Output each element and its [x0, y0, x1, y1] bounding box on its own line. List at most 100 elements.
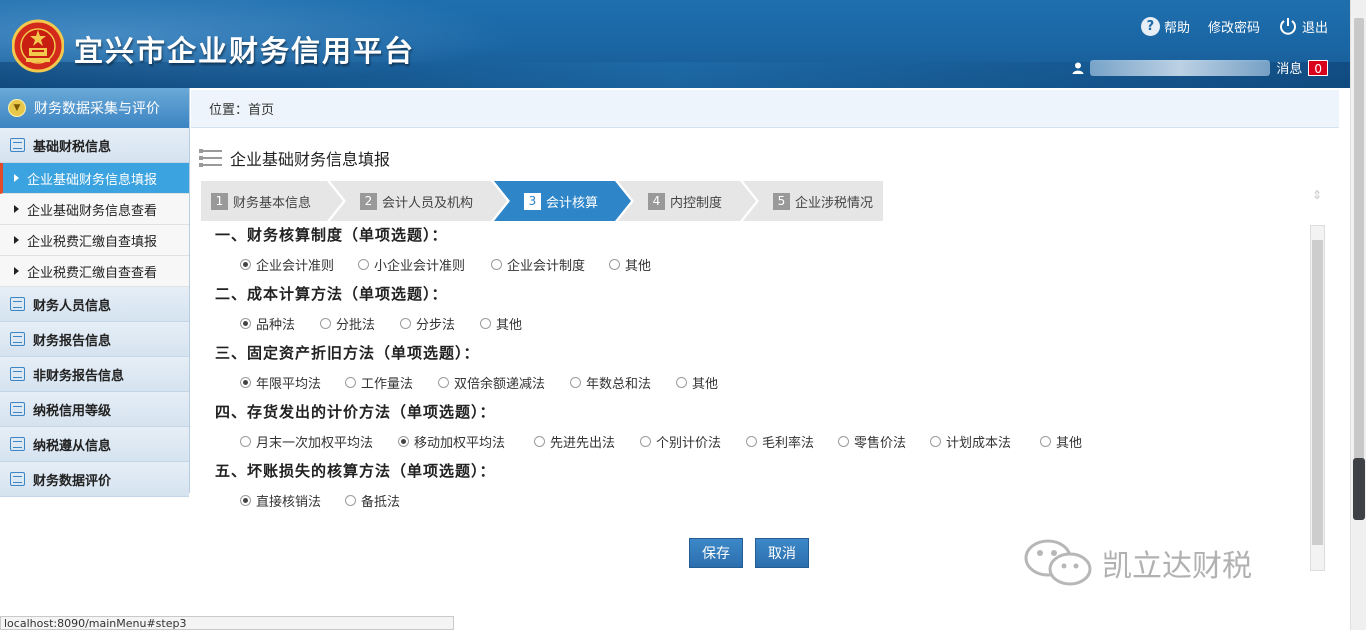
radio-option[interactable]: 企业会计准则: [240, 255, 358, 274]
sidebar-category-tax-compliance[interactable]: 纳税遵从信息: [0, 427, 189, 462]
radio-option[interactable]: 小企业会计准则: [358, 255, 491, 274]
radio-option[interactable]: 年数总和法: [570, 373, 676, 392]
form-scrollbar[interactable]: [1310, 225, 1325, 571]
step-label: 企业涉税情况: [795, 195, 874, 211]
radio-button[interactable]: [1040, 436, 1051, 447]
sidebar-category-label: 财务人员信息: [33, 298, 112, 314]
radio-button[interactable]: [240, 318, 251, 329]
step-wizard: 1 财务基本信息 2 会计人员及机构 3 会计核算 4 内控制度 5 企业涉税情…: [201, 181, 886, 221]
sidebar-category-nonfinance-report[interactable]: 非财务报告信息: [0, 357, 189, 392]
radio-button[interactable]: [746, 436, 757, 447]
radio-button[interactable]: [358, 259, 369, 270]
message-count-badge[interactable]: 0: [1308, 59, 1328, 76]
radio-button[interactable]: [838, 436, 849, 447]
step-arrow: [615, 181, 631, 221]
question-options: 直接核销法 备抵法: [240, 491, 400, 510]
radio-button[interactable]: [609, 259, 620, 270]
radio-option[interactable]: 先进先出法: [534, 432, 640, 451]
radio-option[interactable]: 分批法: [320, 314, 400, 333]
step-4[interactable]: 4 内控制度: [618, 181, 756, 221]
page-scrollbar-thumb[interactable]: [1354, 18, 1364, 518]
radio-option[interactable]: 毛利率法: [746, 432, 838, 451]
radio-button[interactable]: [320, 318, 331, 329]
radio-button[interactable]: [240, 495, 251, 506]
sidebar-item-basic-finance-view[interactable]: 企业基础财务信息查看: [0, 194, 189, 225]
radio-option[interactable]: 其他: [609, 255, 651, 274]
radio-button[interactable]: [240, 259, 251, 270]
logout-link[interactable]: 退出: [1278, 16, 1328, 36]
sidebar-item-tax-selfcheck-fill[interactable]: 企业税费汇缴自查填报: [0, 225, 189, 256]
message-link[interactable]: 消息: [1276, 58, 1302, 77]
step-label: 会计人员及机构: [382, 195, 474, 211]
page-scrollbar[interactable]: [1350, 0, 1366, 630]
step-number: 4: [648, 192, 665, 210]
change-password-link[interactable]: 修改密码: [1208, 17, 1260, 36]
sidebar-category-basic-tax[interactable]: 基础财税信息: [0, 128, 189, 163]
radio-option[interactable]: 零售价法: [838, 432, 930, 451]
radio-button[interactable]: [345, 377, 356, 388]
radio-button[interactable]: [240, 377, 251, 388]
step-arrow: [740, 181, 756, 221]
sidebar-item-basic-finance-fill[interactable]: 企业基础财务信息填报: [0, 163, 189, 194]
radio-label: 其他: [625, 259, 652, 274]
sidebar-category-tax-credit[interactable]: 纳税信用等级: [0, 392, 189, 427]
radio-option[interactable]: 工作量法: [345, 373, 438, 392]
step-2[interactable]: 2 会计人员及机构: [330, 181, 507, 221]
radio-button[interactable]: [345, 495, 356, 506]
radio-option[interactable]: 其他: [676, 373, 718, 392]
radio-option[interactable]: 年限平均法: [240, 373, 345, 392]
radio-option[interactable]: 备抵法: [345, 491, 400, 510]
radio-option[interactable]: 品种法: [240, 314, 320, 333]
help-link[interactable]: ? 帮助: [1140, 16, 1190, 36]
wechat-logo-icon: [1024, 539, 1092, 586]
radio-button[interactable]: [438, 377, 449, 388]
question-title: 三、固定资产折旧方法（单项选题）：: [215, 344, 480, 362]
radio-option[interactable]: 分步法: [400, 314, 480, 333]
app-header: 宜兴市企业财务信用平台 ? 帮助 修改密码 退出 消息 0: [0, 0, 1350, 88]
radio-option[interactable]: 双倍余额递减法: [438, 373, 570, 392]
radio-button[interactable]: [400, 318, 411, 329]
page-title: 企业基础财务信息填报: [230, 150, 391, 169]
radio-button[interactable]: [640, 436, 651, 447]
radio-option[interactable]: 企业会计制度: [491, 255, 609, 274]
radio-option[interactable]: 移动加权平均法: [398, 432, 534, 451]
sidebar-category-finance-evaluation[interactable]: 财务数据评价: [0, 462, 189, 497]
radio-option[interactable]: 其他: [1040, 432, 1082, 451]
radio-button[interactable]: [676, 377, 687, 388]
side-grip-handle[interactable]: [1353, 458, 1365, 520]
radio-label: 计划成本法: [946, 436, 1012, 451]
sidebar-category-finance-report[interactable]: 财务报告信息: [0, 322, 189, 357]
sidebar-item-tax-selfcheck-view[interactable]: 企业税费汇缴自查查看: [0, 256, 189, 287]
step-1[interactable]: 1 财务基本信息: [201, 181, 343, 221]
question-options: 月末一次加权平均法 移动加权平均法 先进先出法 个别计价法 毛利率法 零售价法 …: [240, 432, 1082, 451]
radio-label: 双倍余额递减法: [454, 377, 546, 392]
step-3[interactable]: 3 会计核算: [494, 181, 631, 221]
radio-option[interactable]: 直接核销法: [240, 491, 345, 510]
radio-button[interactable]: [480, 318, 491, 329]
radio-button[interactable]: [240, 436, 251, 447]
radio-button[interactable]: [930, 436, 941, 447]
radio-option[interactable]: 个别计价法: [640, 432, 746, 451]
radio-label: 其他: [692, 377, 719, 392]
breadcrumb-label: 位置：首页: [209, 103, 275, 118]
radio-button[interactable]: [491, 259, 502, 270]
sidebar-module-header[interactable]: ▼ 财务数据采集与评价: [0, 88, 189, 128]
radio-button[interactable]: [570, 377, 581, 388]
radio-button[interactable]: [398, 436, 409, 447]
radio-label: 月末一次加权平均法: [256, 436, 374, 451]
save-button[interactable]: 保存: [689, 538, 743, 568]
radio-option[interactable]: 月末一次加权平均法: [240, 432, 398, 451]
collapse-icon[interactable]: ⇕: [1312, 188, 1326, 206]
sidebar-category-finance-staff[interactable]: 财务人员信息: [0, 287, 189, 322]
calendar-icon: [10, 437, 25, 451]
radio-button[interactable]: [534, 436, 545, 447]
username-redacted: [1090, 59, 1271, 76]
caret-right-icon: [14, 267, 19, 275]
form-scrollbar-thumb[interactable]: [1312, 240, 1323, 545]
sidebar-category-label: 非财务报告信息: [33, 368, 125, 384]
radio-option[interactable]: 其他: [480, 314, 522, 333]
cancel-button[interactable]: 取消: [755, 538, 809, 568]
step-5[interactable]: 5 企业涉税情况: [743, 181, 883, 221]
radio-option[interactable]: 计划成本法: [930, 432, 1040, 451]
step-number: 1: [211, 192, 228, 210]
